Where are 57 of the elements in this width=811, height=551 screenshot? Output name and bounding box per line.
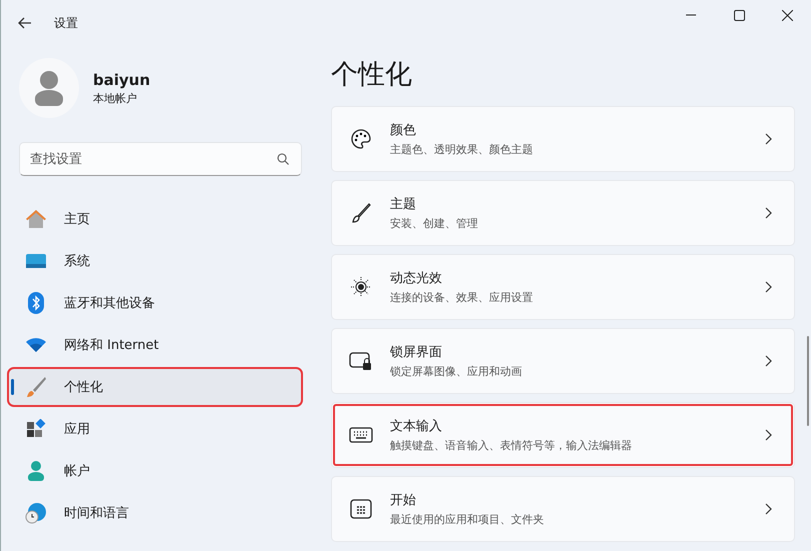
settings-card[interactable]: 开始 最近使用的应用和项目、文件夹 (331, 476, 795, 542)
search-field[interactable]: 查找设置 (19, 142, 302, 176)
settings-card[interactable]: 动态光效 连接的设备、效果、应用设置 (331, 254, 795, 320)
paintbrush-icon (25, 376, 47, 398)
keyboard-icon (349, 427, 373, 443)
palette-icon (350, 128, 372, 150)
sidebar-item[interactable]: 个性化 (9, 369, 301, 405)
bluetooth-icon (28, 292, 44, 314)
sidebar-item[interactable]: 应用 (9, 411, 301, 447)
card-description: 安装、创建、管理 (390, 216, 479, 231)
card-title: 锁屏界面 (390, 344, 443, 361)
apps-icon (26, 419, 46, 439)
page-title: 个性化 (331, 58, 413, 92)
sun-icon (350, 276, 372, 298)
card-description: 主题色、透明效果、颜色主题 (390, 142, 534, 157)
brush-icon (350, 202, 372, 224)
globe-clock-icon (25, 502, 47, 524)
chevron-right-icon (765, 207, 772, 219)
settings-card[interactable]: 锁屏界面 锁定屏幕图像、应用和动画 (331, 328, 795, 394)
sidebar-item[interactable]: 系统 (9, 243, 301, 279)
card-title: 开始 (390, 492, 417, 509)
card-title: 颜色 (390, 122, 417, 139)
chevron-right-icon (765, 503, 772, 515)
card-description: 最近使用的应用和项目、文件夹 (390, 512, 545, 527)
selection-indicator (11, 379, 14, 395)
sidebar-item[interactable]: 时间和语言 (9, 495, 301, 531)
start-menu-icon (350, 499, 372, 519)
sidebar-item[interactable]: 帐户 (9, 453, 301, 489)
settings-card[interactable]: 颜色 主题色、透明效果、颜色主题 (331, 106, 795, 172)
card-description: 触摸键盘、语音输入、表情符号等，输入法编辑器 (390, 438, 633, 453)
card-title: 动态光效 (390, 270, 443, 287)
account-type: 本地帐户 (93, 90, 138, 106)
chevron-right-icon (765, 355, 772, 367)
user-name: baiyun (93, 70, 150, 88)
sidebar-item[interactable]: 网络和 Internet (9, 327, 301, 363)
sidebar-item[interactable]: 主页 (9, 201, 301, 237)
window-title: 设置 (54, 14, 78, 32)
wifi-icon (25, 337, 47, 353)
maximize-icon (734, 10, 744, 20)
search-icon (277, 153, 289, 165)
card-description: 连接的设备、效果、应用设置 (390, 290, 534, 305)
card-description: 锁定屏幕图像、应用和动画 (390, 364, 523, 379)
chevron-right-icon (765, 133, 772, 145)
monitor-icon (25, 253, 47, 269)
screen-lock-icon (349, 351, 373, 371)
card-title: 文本输入 (390, 418, 443, 435)
chevron-right-icon (765, 429, 772, 441)
home-icon (25, 209, 47, 229)
back-arrow-icon[interactable] (18, 17, 32, 29)
settings-card[interactable]: 文本输入 触摸键盘、语音输入、表情符号等，输入法编辑器 (331, 402, 795, 468)
scrollbar[interactable] (807, 336, 809, 426)
sidebar-item[interactable]: 蓝牙和其他设备 (9, 285, 301, 321)
card-title: 主题 (390, 196, 417, 213)
person-icon (27, 460, 45, 482)
settings-card[interactable]: 主题 安装、创建、管理 (331, 180, 795, 246)
chevron-right-icon (765, 281, 772, 293)
close-icon (782, 10, 792, 20)
